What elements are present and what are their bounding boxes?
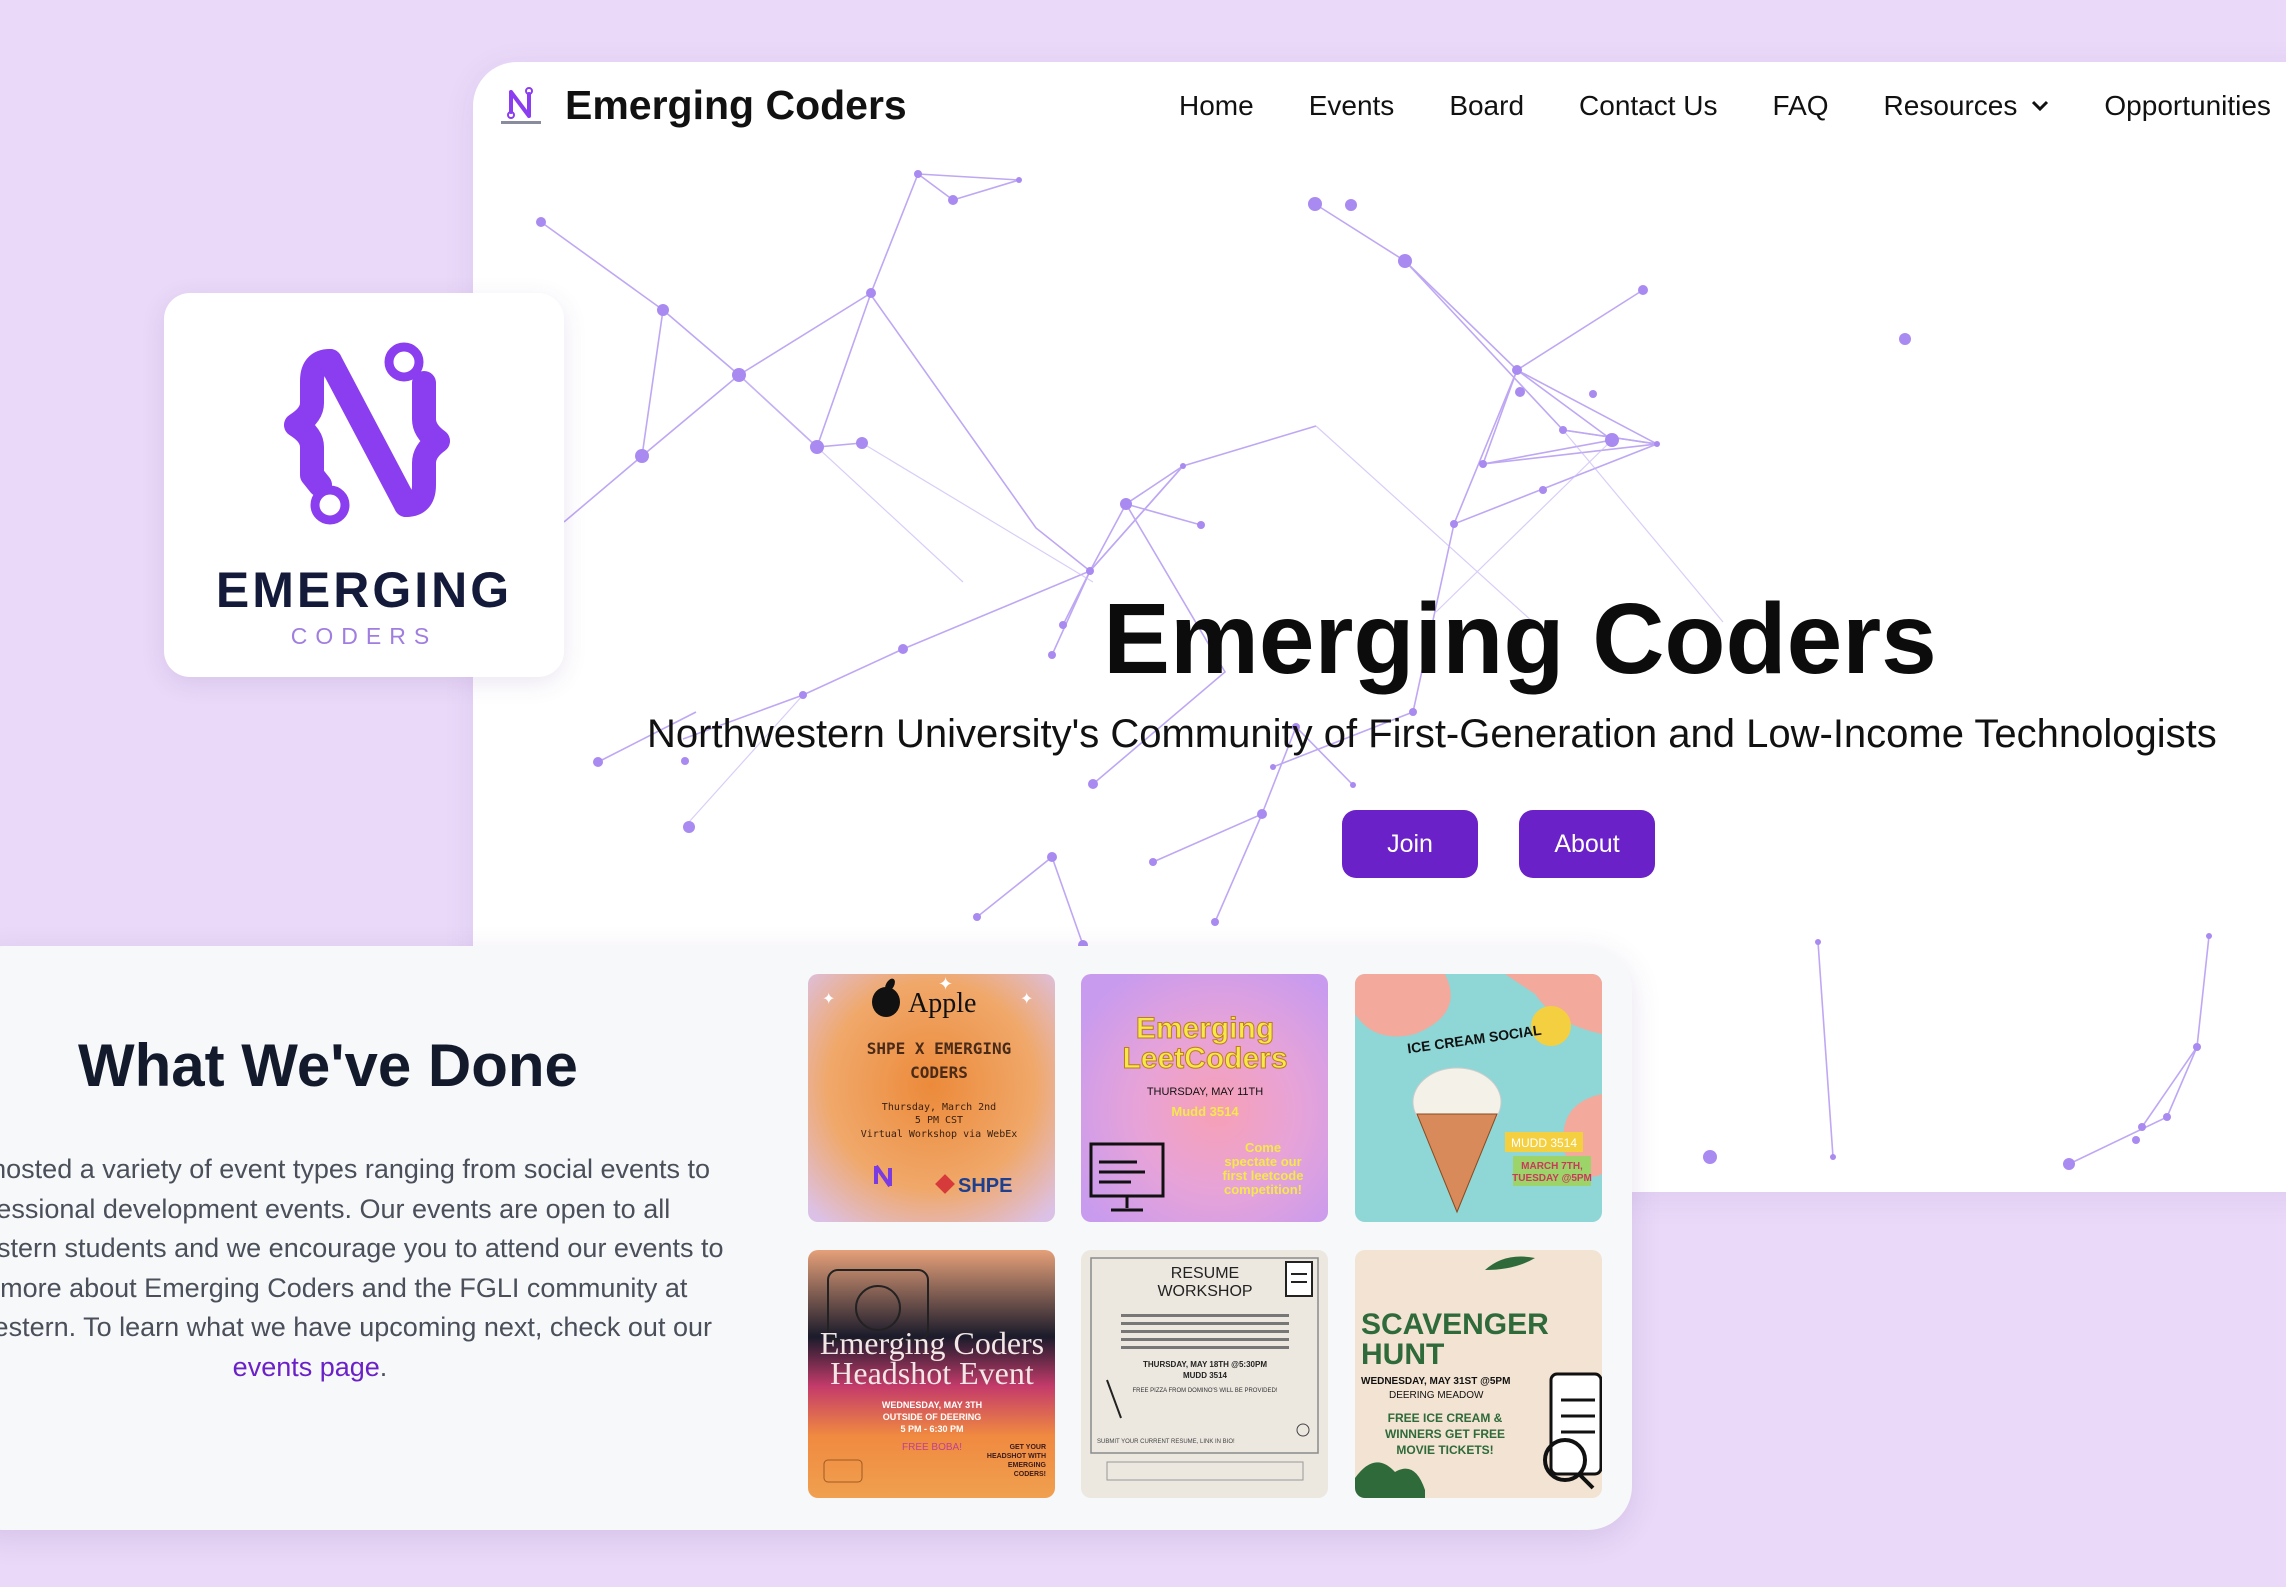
svg-text:SUBMIT YOUR CURRENT RESUME, LI: SUBMIT YOUR CURRENT RESUME, LINK IN BIO! [1097,1439,1235,1445]
svg-text:✦: ✦ [938,974,953,994]
svg-text:LeetCoders: LeetCoders [1122,1042,1287,1075]
svg-text:SHPE: SHPE [958,1175,1012,1197]
svg-text:competition!: competition! [1224,1182,1302,1197]
svg-text:WINNERS GET FREE: WINNERS GET FREE [1385,1427,1505,1441]
svg-text:Thursday, March 2nd: Thursday, March 2nd [882,1102,996,1113]
svg-text:Come: Come [1245,1140,1281,1155]
nav-resources-dropdown[interactable]: Resources [1884,90,2050,122]
svg-text:SCAVENGER: SCAVENGER [1361,1308,1549,1341]
emerging-coders-logo [284,342,450,525]
what-weve-done-section: What We've Done We've hosted a variety o… [0,946,1632,1530]
nav-board[interactable]: Board [1449,90,1524,122]
chevron-down-icon [2032,100,2049,112]
svg-text:first leetcode: first leetcode [1223,1168,1304,1183]
svg-text:spectate our: spectate our [1224,1154,1301,1169]
svg-text:Virtual Workshop via WebEx: Virtual Workshop via WebEx [861,1129,1018,1140]
events-page-link[interactable]: events page [233,1352,380,1382]
svg-text:WEDNESDAY, MAY 3TH: WEDNESDAY, MAY 3TH [882,1400,982,1410]
nav-home[interactable]: Home [1179,90,1254,122]
nav-opportunities-label: Opportunities [2104,90,2271,121]
svg-text:THURSDAY, MAY 18TH @5:30PM: THURSDAY, MAY 18TH @5:30PM [1143,1360,1267,1369]
svg-text:CODERS!: CODERS! [1014,1471,1046,1478]
about-button[interactable]: About [1519,810,1655,878]
svg-text:5 PM - 6:30 PM: 5 PM - 6:30 PM [900,1424,963,1434]
svg-text:OUTSIDE OF DEERING: OUTSIDE OF DEERING [883,1412,982,1422]
svg-text:TUESDAY @5PM: TUESDAY @5PM [1512,1173,1592,1184]
section-title: What We've Done [78,1032,578,1099]
svg-text:FREE PIZZA FROM DOMINO'S WILL: FREE PIZZA FROM DOMINO'S WILL BE PROVIDE… [1133,1388,1278,1394]
svg-text:THURSDAY, MAY 11TH: THURSDAY, MAY 11TH [1147,1086,1263,1098]
resume-icon [1285,1261,1313,1297]
clipboard-icon [1549,1372,1602,1476]
svg-text:SHPE X EMERGING: SHPE X EMERGING [867,1039,1012,1058]
hero-title: Emerging Coders [1103,583,1937,695]
nav-events[interactable]: Events [1309,90,1395,122]
svg-text:HUNT: HUNT [1361,1338,1444,1371]
svg-text:FREE BOBA!: FREE BOBA! [902,1442,962,1453]
event-tile-headshot[interactable]: Emerging Coders Headshot Event WEDNESDAY… [808,1250,1055,1498]
svg-text:EMERGING: EMERGING [1008,1462,1047,1469]
join-button[interactable]: Join [1342,810,1478,878]
svg-text:Headshot Event: Headshot Event [830,1355,1034,1391]
nav-events-label: Events [1308,90,1395,121]
section-description-text: We've hosted a variety of event types ra… [0,1154,724,1342]
svg-text:HEADSHOT WITH: HEADSHOT WITH [987,1453,1046,1460]
svg-text:DEERING MEADOW: DEERING MEADOW [1389,1390,1484,1401]
event-tile-scavenger-hunt[interactable]: SCAVENGER HUNT WEDNESDAY, MAY 31ST @5PM … [1355,1250,1602,1498]
svg-text:MOVIE TICKETS!: MOVIE TICKETS! [1396,1443,1493,1457]
hero-subtitle: Northwestern University's Community of F… [647,712,2217,756]
svg-text:MUDD 3514: MUDD 3514 [1183,1371,1228,1380]
emerging-coders-logo-icon[interactable] [499,84,543,128]
svg-text:RESUME: RESUME [1171,1265,1239,1282]
svg-text:FREE ICE CREAM &: FREE ICE CREAM & [1388,1411,1503,1425]
nav-faq[interactable]: FAQ [1773,90,1829,122]
svg-text:MARCH 7TH,: MARCH 7TH, [1521,1161,1583,1172]
description-end: . [379,1351,388,1382]
logo-card: EMERGING CODERS [164,293,564,677]
svg-text:5 PM CST: 5 PM CST [915,1115,963,1126]
logo-wordmark: EMERGING [215,562,513,618]
nav-contact[interactable]: Contact Us [1579,90,1718,122]
navbar: Emerging Coders Home Events Board Contac… [473,62,2286,152]
svg-text:CODERS: CODERS [910,1063,968,1082]
nav-links: Home Events Board Contact Us FAQ Resourc… [1179,90,2286,122]
svg-text:Emerging: Emerging [1136,1012,1274,1045]
event-tile-ice-cream-social[interactable]: ICE CREAM SOCIAL MUDD 3514 MARCH 7TH, TU… [1355,974,1602,1222]
site-title[interactable]: Emerging Coders [565,82,907,129]
svg-text:✦: ✦ [1020,991,1033,1008]
svg-text:MUDD 3514: MUDD 3514 [1511,1136,1577,1150]
event-tile-resume-workshop[interactable]: RESUME WORKSHOP THURSDAY, MAY 18TH @5:30… [1081,1250,1328,1498]
nav-resources-label: Resources [1883,90,2018,121]
svg-text:GET YOUR: GET YOUR [1010,1444,1046,1451]
nav-faq-label: FAQ [1772,90,1829,121]
section-description: We've hosted a variety of event types ra… [0,1150,740,1387]
event-tile-apple-shpe[interactable]: Apple ✦ ✦ ✦ SHPE X EMERGING CODERS Thursda… [808,974,1055,1222]
svg-text:Mudd 3514: Mudd 3514 [1171,1104,1239,1119]
nav-board-label: Board [1449,90,1525,121]
svg-text:WEDNESDAY, MAY 31ST @5PM: WEDNESDAY, MAY 31ST @5PM [1361,1376,1510,1387]
nav-opportunities[interactable]: Opportunities [2104,90,2271,122]
logo-subtext: CODERS [290,623,438,649]
svg-text:WORKSHOP: WORKSHOP [1157,1283,1252,1300]
svg-text:✦: ✦ [822,991,835,1008]
nav-contact-label: Contact Us [1579,90,1718,121]
nav-home-label: Home [1179,90,1254,121]
event-tile-leetcoders[interactable]: Emerging LeetCoders THURSDAY, MAY 11TH M… [1081,974,1328,1222]
